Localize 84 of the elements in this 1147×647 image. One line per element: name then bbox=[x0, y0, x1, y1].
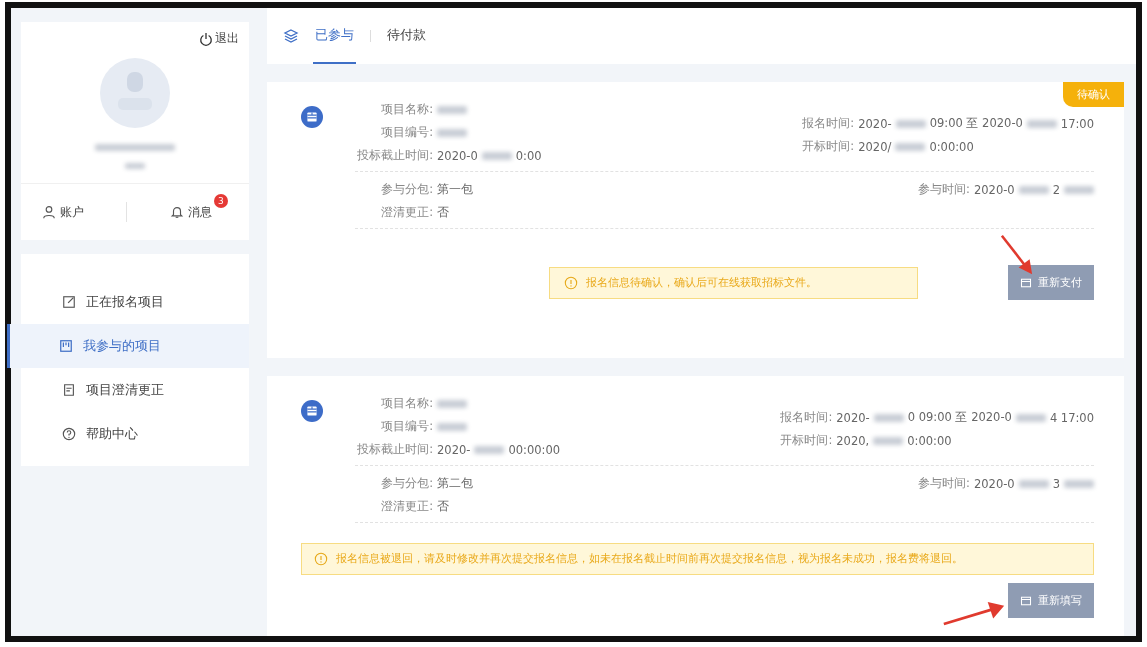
redacted-value bbox=[437, 422, 467, 431]
field-label: 参与时间: bbox=[918, 182, 970, 197]
account-button[interactable]: 账户 bbox=[42, 203, 85, 221]
field-label: 开标时间: bbox=[802, 139, 855, 154]
field-value: 0:00:00 bbox=[929, 139, 974, 154]
tab[interactable]: 已参与 bbox=[313, 8, 356, 64]
field-label: 参与分包: bbox=[380, 182, 433, 197]
notice-text: 报名信息待确认，确认后可在线获取招标文件。 bbox=[586, 275, 817, 290]
bell-icon bbox=[169, 205, 184, 219]
field-value: 否 bbox=[437, 499, 449, 514]
redacted-value bbox=[1018, 185, 1049, 194]
notification-badge: 3 bbox=[213, 193, 228, 208]
annotation-arrow bbox=[942, 600, 1006, 628]
project-icon bbox=[301, 106, 323, 128]
card-icon bbox=[1020, 594, 1032, 607]
field-label: 项目名称: bbox=[380, 102, 433, 117]
sidebar-item[interactable]: 项目澄清更正 bbox=[21, 368, 249, 412]
field-value: 0:00:00 bbox=[907, 433, 952, 448]
redacted-value bbox=[895, 119, 926, 128]
field-value: 2020-0 bbox=[437, 148, 478, 163]
field-label: 澄清更正: bbox=[380, 205, 433, 220]
redacted-value bbox=[437, 105, 467, 114]
field-label: 项目编号: bbox=[380, 125, 433, 140]
layers-icon bbox=[283, 28, 299, 44]
document-icon bbox=[62, 383, 76, 397]
field-label: 参与分包: bbox=[380, 476, 433, 491]
redacted-value bbox=[873, 436, 904, 445]
help-icon bbox=[62, 427, 76, 441]
field-value: 2020- bbox=[437, 442, 471, 457]
power-icon bbox=[199, 31, 213, 46]
field-value: 2020- bbox=[836, 410, 870, 425]
field-value: 否 bbox=[437, 205, 449, 220]
field-value: 00:00:00 bbox=[508, 442, 561, 457]
field-label: 开标时间: bbox=[780, 433, 833, 448]
field-value: 4 17:00 bbox=[1049, 410, 1094, 425]
redacted-value bbox=[437, 128, 467, 137]
field-label: 项目名称: bbox=[380, 396, 433, 411]
field-value: 2020, bbox=[836, 433, 870, 448]
redacted-text bbox=[125, 163, 145, 169]
info-icon bbox=[564, 275, 578, 290]
field-value: 2020/ bbox=[858, 139, 892, 154]
logout-button[interactable]: 退出 bbox=[199, 30, 239, 47]
user-icon bbox=[42, 205, 57, 219]
redacted-value bbox=[895, 142, 926, 151]
field-value: 2020-0 bbox=[973, 182, 1015, 197]
field-value: 09:00 至 2020-0 bbox=[929, 116, 1023, 131]
edit-icon bbox=[62, 295, 76, 309]
board-icon bbox=[59, 339, 73, 353]
sidebar-item[interactable]: 正在报名项目 bbox=[21, 280, 249, 324]
field-label: 投标截止时间: bbox=[356, 148, 433, 163]
field-value: 0 09:00 至 2020-0 bbox=[907, 410, 1012, 425]
field-value: 2020-0 bbox=[973, 476, 1015, 491]
field-value: 2020- bbox=[858, 116, 892, 131]
redacted-value bbox=[1064, 185, 1094, 194]
redacted-value bbox=[1026, 119, 1057, 128]
card-icon bbox=[1020, 276, 1032, 289]
field-value: 第二包 bbox=[437, 476, 473, 491]
field-label: 报名时间: bbox=[780, 410, 833, 425]
field-label: 报名时间: bbox=[802, 116, 855, 131]
field-value: 0:00 bbox=[515, 148, 542, 163]
field-label: 项目编号: bbox=[380, 419, 433, 434]
field-value: 2 bbox=[1052, 182, 1060, 197]
field-value: 17:00 bbox=[1060, 116, 1094, 131]
redacted-value bbox=[437, 399, 467, 408]
redacted-value bbox=[481, 151, 512, 160]
field-label: 参与时间: bbox=[918, 476, 970, 491]
messages-button[interactable]: 消息 bbox=[169, 203, 212, 221]
project-icon bbox=[301, 400, 323, 422]
tab[interactable]: 待付款 bbox=[385, 8, 428, 64]
redacted-value bbox=[873, 413, 904, 422]
notice-text: 报名信息被退回，请及时修改并再次提交报名信息，如未在报名截止时间前再次提交报名信息，视为报名未成功，报名费将退回。 bbox=[336, 552, 963, 566]
status-tag: 待确认 bbox=[1063, 82, 1124, 107]
redacted-value bbox=[474, 445, 505, 454]
redacted-value bbox=[1018, 479, 1049, 488]
redacted-value bbox=[1015, 413, 1046, 422]
avatar bbox=[100, 58, 170, 128]
field-label: 投标截止时间: bbox=[356, 442, 433, 457]
field-value: 3 bbox=[1052, 476, 1060, 491]
sidebar-item[interactable]: 我参与的项目 bbox=[7, 324, 249, 368]
info-icon bbox=[314, 552, 328, 566]
field-label: 澄清更正: bbox=[380, 499, 433, 514]
redacted-value bbox=[1064, 479, 1094, 488]
sidebar-item[interactable]: 帮助中心 bbox=[21, 412, 249, 456]
field-value: 第一包 bbox=[437, 182, 473, 197]
